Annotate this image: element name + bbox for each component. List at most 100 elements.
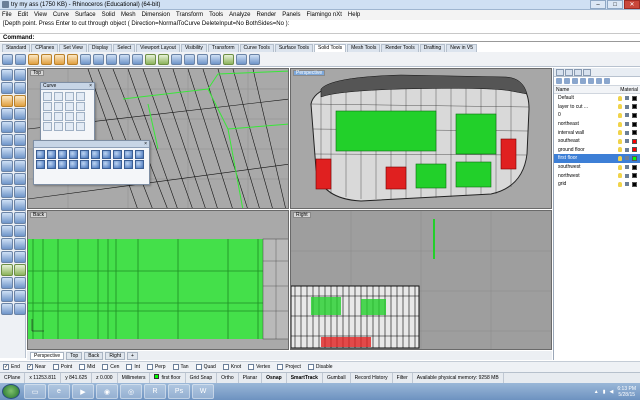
make-hole-icon[interactable] [171,53,182,65]
osnap-end[interactable]: ✓ End [3,364,20,370]
layer-row[interactable]: Default [554,94,640,103]
circle-icon[interactable] [1,95,13,107]
tab-drafting[interactable]: Drafting [419,44,446,52]
lock-icon[interactable] [625,182,629,187]
pyramid-tool-icon[interactable] [102,150,111,159]
arc-tool-icon[interactable] [65,102,74,111]
display-tab-icon[interactable] [574,68,582,76]
boolean-difference-icon[interactable] [41,53,52,65]
chamfer-edge-icon[interactable] [93,53,104,65]
render-icon[interactable] [1,303,13,315]
tab-mesh-tools[interactable]: Mesh Tools [347,44,381,52]
join-icon[interactable] [1,212,13,224]
copy-icon[interactable] [1,238,13,250]
tab-new-in-v5[interactable]: New in V5 [446,44,478,52]
layers-tab-icon[interactable] [565,68,573,76]
split-icon[interactable] [14,199,26,211]
hatch-icon[interactable] [1,290,13,302]
clock[interactable]: 6:13 PM 5/28/15 [617,386,636,398]
menu-help[interactable]: Help [348,12,360,18]
viewport-tab-back[interactable]: Back [84,351,104,360]
explode-icon[interactable] [14,212,26,224]
menu-analyze[interactable]: Analyze [229,12,250,18]
surface-icon[interactable] [1,134,13,146]
command-prompt[interactable]: Command: [0,34,640,42]
point-tool-icon[interactable] [43,92,52,101]
extrude-face-icon[interactable] [106,53,117,65]
help-tab-icon[interactable] [583,68,591,76]
lock-icon[interactable] [625,113,629,118]
merge-faces-icon[interactable] [236,53,247,65]
cone-tool-icon[interactable] [80,150,89,159]
osnap-cen-checkbox[interactable] [102,364,109,370]
move-icon[interactable] [14,225,26,237]
tab-select[interactable]: Select [113,44,136,52]
layer-color-swatch[interactable] [632,147,637,153]
layer-color-swatch[interactable] [632,181,637,187]
osnap-perp-checkbox[interactable] [146,364,153,370]
ie-taskbar-icon[interactable]: e [48,384,70,399]
rhino-taskbar-icon[interactable]: R [144,384,166,399]
polygon-icon[interactable] [1,121,13,133]
layer-color-swatch[interactable] [632,138,637,144]
properties-tab-icon[interactable] [556,68,564,76]
menu-mesh[interactable]: Mesh [121,12,136,18]
lightbulb-icon[interactable] [618,121,622,127]
solid-panel-header[interactable]: × [34,141,149,148]
lightbulb-icon[interactable] [618,147,622,153]
lock-icon[interactable] [625,130,629,135]
box-tool-icon[interactable] [2,53,13,65]
layer-row[interactable]: 0 [554,111,640,120]
helix-tool-icon[interactable] [65,112,74,121]
cplane-label[interactable]: CPlane [0,373,26,383]
tab-cplanes[interactable]: CPlanes [31,44,59,52]
viewport-perspective-label[interactable]: Perspective [293,70,326,76]
units-label[interactable]: Millimeters [118,373,151,383]
tray-arrow-icon[interactable]: ▲ [594,389,599,395]
osnap-int[interactable]: Int [126,364,140,370]
difference-tool-icon[interactable] [91,160,100,169]
menu-tools[interactable]: Tools [209,12,223,18]
extrude-icon[interactable] [14,134,26,146]
viewport-perspective[interactable]: Perspective [290,68,552,209]
layer-color-swatch[interactable] [632,104,637,110]
osnap-quad-checkbox[interactable] [195,364,202,370]
osnap-end-checkbox[interactable]: ✓ [3,364,9,370]
menu-flamingo-nxt[interactable]: Flamingo nXt [307,12,342,18]
truncated-cone-icon[interactable] [91,150,100,159]
array-icon[interactable] [1,264,13,276]
word-taskbar-icon[interactable]: W [192,384,214,399]
split-edge-icon[interactable] [249,53,260,65]
smarttrack-toggle[interactable]: SmartTrack [287,373,323,383]
menu-file[interactable]: File [2,12,12,18]
maximize-button[interactable]: □ [607,0,623,9]
fillet-curve-icon[interactable] [54,122,63,131]
ellipse-tool-icon[interactable] [76,102,85,111]
osnap-vertex-checkbox[interactable] [248,364,255,370]
boolean-union-icon[interactable] [28,53,39,65]
new-layer-icon[interactable] [556,78,562,84]
leader-icon[interactable] [14,277,26,289]
tab-surface-tools[interactable]: Surface Tools [274,44,314,52]
viewport-tab-top[interactable]: Top [66,351,83,360]
sweep-icon[interactable] [1,160,13,172]
shell-tool-icon[interactable] [135,160,144,169]
lock-icon[interactable] [625,156,629,161]
lock-icon[interactable] [625,104,629,109]
extract-surface-icon[interactable] [223,53,234,65]
rotate-icon[interactable] [14,238,26,250]
tab-viewport-layout[interactable]: Viewport Layout [136,44,180,52]
polygon-tool-icon[interactable] [54,112,63,121]
group-icon[interactable] [1,225,13,237]
lock-icon[interactable] [625,165,629,170]
curve-panel-close-icon[interactable]: × [89,83,92,89]
array-hole-icon[interactable] [210,53,221,65]
grid-snap-toggle[interactable]: Grid Snap [186,373,218,383]
media-player-taskbar-icon[interactable]: ▶ [72,384,94,399]
osnap-near[interactable]: ✓ Near [26,364,46,370]
shell-icon[interactable] [145,53,156,65]
layer-row[interactable]: northwest [554,171,640,180]
cap-holes-icon[interactable] [132,53,143,65]
sphere-tool-icon[interactable] [15,53,26,65]
osnap-tan-checkbox[interactable] [172,364,179,370]
